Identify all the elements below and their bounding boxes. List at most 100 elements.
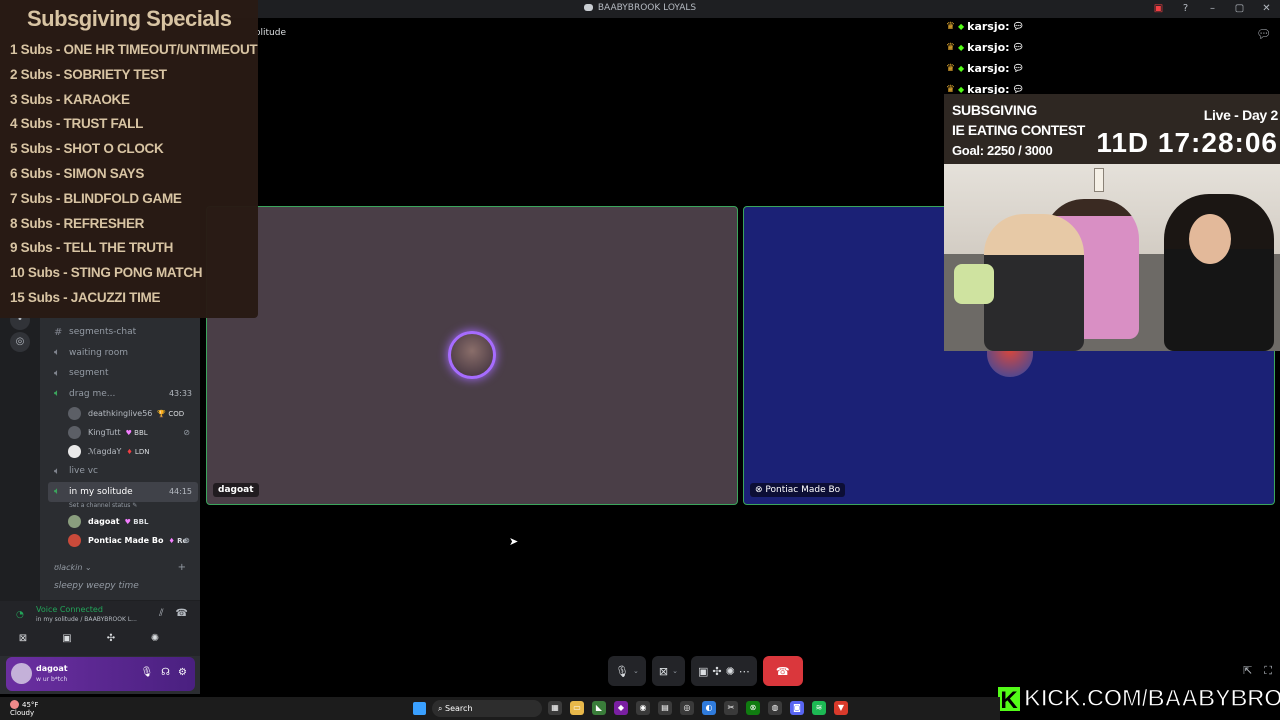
deafen-icon: ⊘ xyxy=(183,428,190,437)
soundboard-icon[interactable]: ✺ xyxy=(726,665,735,678)
screen-share-icon[interactable]: ▣ xyxy=(1145,0,1172,18)
user-name: KingTutt xyxy=(88,428,121,437)
mute-button[interactable]: 🎙︎ ⌄ xyxy=(608,656,646,686)
weather-temp: 45°F xyxy=(22,701,39,709)
capcut-icon[interactable]: ✂ xyxy=(724,701,738,715)
chat-user: karsjo: xyxy=(967,62,1010,75)
task-view-icon[interactable]: ▦ xyxy=(548,701,562,715)
add-channel-icon[interactable]: + xyxy=(178,562,186,573)
fullscreen-icon[interactable]: ⛶ xyxy=(1264,664,1272,678)
chevron-down-icon[interactable]: ⌄ xyxy=(633,667,639,675)
share-screen-icon[interactable]: ▣ xyxy=(698,665,708,678)
channel-live-vc[interactable]: 🔈︎ live vc xyxy=(48,461,198,482)
activities-icon[interactable]: ✣ xyxy=(102,633,120,644)
video-tile-dagoat[interactable]: dagoat xyxy=(206,206,738,505)
voice-user[interactable]: deathkinglive56 🏆 COD xyxy=(48,404,198,423)
leave-call-button[interactable]: ☎ xyxy=(762,656,803,686)
nvidia-icon[interactable]: ◣ xyxy=(592,701,606,715)
voice-user[interactable]: KingTutt ♥ BBL ⊘ xyxy=(48,423,198,442)
channel-segment[interactable]: 🔈︎ segment xyxy=(48,363,198,384)
special-item: 2 Subs - SOBRIETY TEST xyxy=(10,67,167,82)
user-panel-name[interactable]: dagoat xyxy=(36,664,68,673)
channel-label: segments-chat xyxy=(69,327,137,338)
channel-list: # segments-chat 🔈︎ waiting room 🔈︎ segment … xyxy=(48,322,198,597)
voice-user[interactable]: ℳagdaY ♦ LDN xyxy=(48,442,198,461)
channel-segments-chat[interactable]: # segments-chat xyxy=(48,322,198,343)
channel-label: sleepy weepy time xyxy=(54,581,139,592)
signal-icon[interactable]: ◔ xyxy=(16,610,24,620)
user-name: dagoat xyxy=(88,517,120,526)
voice-location: in my solitude / BAABYBROOK L... xyxy=(36,616,137,623)
microphone-icon[interactable]: 🎙︎ xyxy=(140,667,153,678)
activities-icon[interactable]: ✣ xyxy=(712,665,721,678)
avatar[interactable] xyxy=(11,663,32,684)
noise-suppression-icon[interactable]: ⫽ xyxy=(159,608,163,619)
chevron-down-icon[interactable]: ⌄ xyxy=(672,667,678,675)
channel-waiting-room[interactable]: 🔈︎ waiting room xyxy=(48,343,198,364)
channel-label: live vc xyxy=(69,466,98,477)
user-name: ℳagdaY xyxy=(88,447,122,456)
voice-user[interactable]: Pontiac Made Bo ♦ Re ⊗ xyxy=(48,531,198,550)
tag-icon: 🏆 xyxy=(157,409,167,418)
special-item: 4 Subs - TRUST FALL xyxy=(10,116,144,131)
camera-button[interactable]: ⊠ ⌄ xyxy=(651,656,685,686)
app-icon[interactable]: ◆ xyxy=(614,701,628,715)
tag-icon: ♥ xyxy=(125,428,132,437)
chat-line: ♛ ◆ karsjo: 💬︎ xyxy=(946,58,1024,79)
webcam-person xyxy=(984,214,1084,351)
settings-gear-icon[interactable]: ⚙ xyxy=(178,667,187,678)
speaker-icon: 🔈︎ xyxy=(54,388,60,400)
speaking-avatar xyxy=(448,331,496,379)
chrome-icon[interactable]: ◍ xyxy=(768,701,782,715)
minimize-icon[interactable]: – xyxy=(1199,0,1226,18)
channel-status[interactable]: Set a channel status ✎ xyxy=(48,502,198,512)
brave-icon[interactable]: ▼ xyxy=(834,701,848,715)
share-screen-icon[interactable]: ▣ xyxy=(58,633,76,644)
camera-off-icon[interactable]: ⊠ xyxy=(14,633,32,644)
weather-widget[interactable]: 45°F Cloudy xyxy=(10,700,38,717)
camera-off-icon: ⊠ xyxy=(658,664,669,678)
channel-timer: 43:33 xyxy=(168,389,192,399)
channel-in-my-solitude[interactable]: 🔈︎ in my solitude 44:15 xyxy=(48,481,198,502)
channel-drag-me[interactable]: 🔈︎ drag me... 43:33 xyxy=(48,384,198,405)
voice-status[interactable]: Voice Connected xyxy=(36,605,103,614)
more-icon[interactable]: ⋯ xyxy=(739,665,750,678)
app-icon[interactable]: ▤ xyxy=(658,701,672,715)
stage-title: olitude xyxy=(255,28,286,38)
tag-label: BBL xyxy=(133,517,149,526)
tag-label: LDN xyxy=(134,447,150,456)
spotify-icon[interactable]: ≋ xyxy=(812,701,826,715)
headphones-icon[interactable]: ☊ xyxy=(161,667,170,678)
channel-label: segment xyxy=(69,368,109,379)
channel-timer: 44:15 xyxy=(168,487,192,497)
emote-icon: 💬︎ xyxy=(1012,84,1024,95)
voice-connection-panel: ◔ Voice Connected in my solitude / BAABY… xyxy=(0,600,200,656)
tag-icon: ♦ xyxy=(126,447,133,456)
disconnect-icon[interactable]: ☎ xyxy=(176,608,188,619)
taskbar-search[interactable]: ⌕ Search xyxy=(432,700,542,717)
xbox-icon[interactable]: ⊗ xyxy=(746,701,760,715)
tile-name-text: Pontiac Made Bo xyxy=(765,485,841,495)
file-explorer-icon[interactable]: ▭ xyxy=(570,701,584,715)
subathon-panel: SUBSGIVING IE EATING CONTEST Goal: 2250 … xyxy=(944,94,1280,164)
maximize-icon[interactable]: ▢ xyxy=(1226,0,1253,18)
soundboard-icon[interactable]: ✺ xyxy=(146,633,164,644)
obs-icon[interactable]: ◉ xyxy=(636,701,650,715)
category-header[interactable]: ʊlackin ⌄ + xyxy=(48,558,198,576)
chat-bubble-icon[interactable]: 💬︎ xyxy=(1256,27,1271,41)
voice-user[interactable]: dagoat ♥ BBL xyxy=(48,512,198,531)
popout-icon[interactable]: ⇱ xyxy=(1243,664,1252,678)
close-icon[interactable]: ✕ xyxy=(1253,0,1280,18)
kick-branding: K KICK.COM/BAABYBROOK xyxy=(996,684,1280,714)
windows-start-icon[interactable] xyxy=(413,702,426,715)
tag-label: COD xyxy=(168,409,185,418)
discover-icon[interactable]: ◎ xyxy=(10,332,30,352)
help-icon[interactable]: ? xyxy=(1172,0,1199,18)
window-title-text: BAABYBROOK LOYALS xyxy=(597,3,697,13)
channel-sleepy[interactable]: sleepy weepy time xyxy=(48,576,198,597)
tile-name: dagoat xyxy=(213,483,259,497)
discord-icon[interactable]: ◙ xyxy=(790,701,804,715)
steam-icon[interactable]: ◎ xyxy=(680,701,694,715)
hang-up-icon: ☎ xyxy=(775,664,790,678)
app-icon[interactable]: ◐ xyxy=(702,701,716,715)
